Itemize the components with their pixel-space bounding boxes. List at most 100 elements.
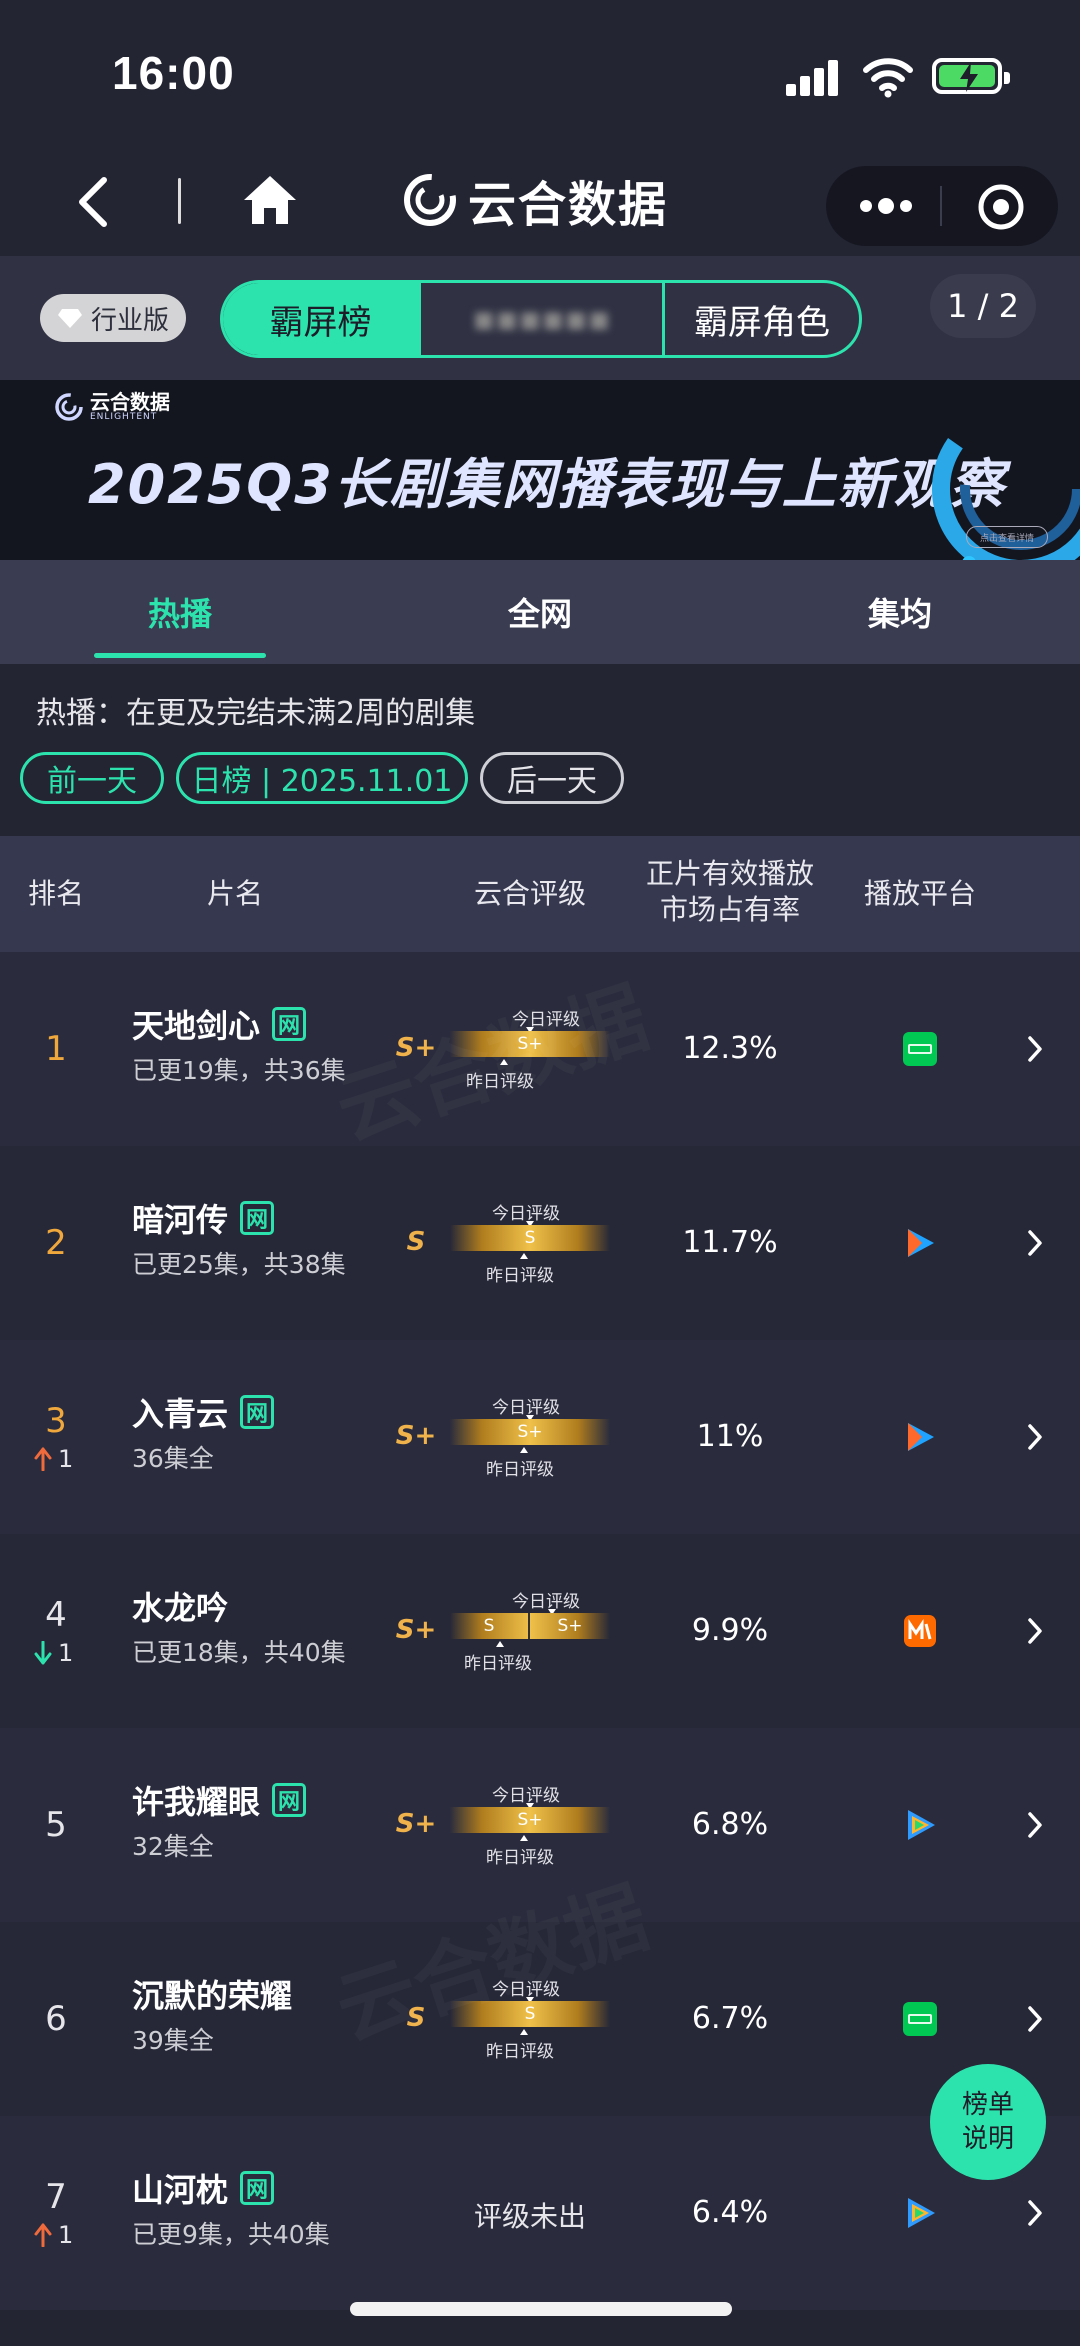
drama-title[interactable]: 暗河传 网 <box>132 1195 275 1241</box>
rating-gauge: S+ <box>450 1411 610 1447</box>
diamond-icon <box>57 309 82 328</box>
chevron-right-icon[interactable] <box>1024 2004 1046 2034</box>
home-icon[interactable] <box>240 170 300 230</box>
table-row[interactable]: 6 沉默的荣耀 39集全 S 今日评级 S 昨日评级 6.7% <box>0 1922 1080 2116</box>
grade-label: S+ <box>395 1809 437 1839</box>
back-arrow-icon[interactable] <box>70 174 120 230</box>
gauge-segment: S+ <box>517 1422 543 1442</box>
web-drama-tag: 网 <box>272 1783 307 1817</box>
banner-logo: 云合数据 ENLIGHTENT <box>54 392 170 422</box>
gauge-segment: S <box>524 1228 536 1248</box>
grade-label: S+ <box>395 1033 437 1063</box>
table-row[interactable]: 1 天地剑心 网 已更19集，共36集 S+ 今日评级 S+ 昨日评级 12.3% <box>0 952 1080 1146</box>
tencent-video-icon <box>908 1810 935 1840</box>
banner-detail-button[interactable]: 点击查看详情 <box>966 526 1048 548</box>
yesterday-grade-label: 昨日评级 <box>466 1072 534 1092</box>
tab-per-episode-label: 集均 <box>867 595 932 633</box>
row-rank: 3 <box>45 1401 67 1441</box>
rank-change: 1 <box>34 2221 73 2249</box>
market-share: 6.4% <box>691 2195 769 2230</box>
drama-title[interactable]: 山河枕 网 <box>132 2165 275 2211</box>
header-rank: 排名 <box>27 877 84 910</box>
miniprogram-capsule <box>826 166 1058 246</box>
yesterday-grade-label: 昨日评级 <box>486 1460 554 1480</box>
list-description: 热播：在更及完结未满2周的剧集 <box>36 696 476 731</box>
chevron-right-icon[interactable] <box>1024 1034 1046 1064</box>
chevron-right-icon[interactable] <box>1024 1616 1046 1646</box>
episode-info: 已更25集，共38集 <box>132 1250 346 1279</box>
episode-info: 已更19集，共36集 <box>132 1056 346 1085</box>
date-selector[interactable]: 日榜 | 2025.11.01 <box>176 752 468 804</box>
iqiyi-icon <box>903 2002 937 2036</box>
market-share: 6.8% <box>691 1807 769 1842</box>
close-miniprogram-icon[interactable] <box>976 182 1026 232</box>
drama-title[interactable]: 天地剑心 网 <box>132 1001 307 1047</box>
rating-gauge: S S+ <box>450 1605 610 1641</box>
rank-change-value: 1 <box>58 1639 74 1667</box>
market-share: 9.9% <box>691 1613 769 1648</box>
drama-title[interactable]: 入青云 网 <box>132 1389 275 1435</box>
page-indicator[interactable]: 1 / 2 <box>930 274 1036 338</box>
row-rank: 7 <box>45 2177 67 2217</box>
more-options-icon[interactable] <box>856 188 916 224</box>
episode-info: 36集全 <box>132 1444 214 1473</box>
market-share: 11% <box>696 1419 764 1454</box>
chevron-right-icon[interactable] <box>1024 1422 1046 1452</box>
prev-day-button[interactable]: 前一天 <box>20 752 164 804</box>
tab-per-episode[interactable]: 集均 <box>720 560 1080 664</box>
gauge-segment: S+ <box>517 1810 543 1830</box>
home-indicator <box>350 2302 732 2316</box>
yesterday-grade-label: 昨日评级 <box>486 2042 554 2062</box>
banner-logo-cn: 云合数据 <box>90 390 170 414</box>
grade-label: S <box>406 1227 426 1257</box>
table-row[interactable]: 4 1 水龙吟 已更18集，共40集 S+ 今日评级 S S+ 昨日评级 9.9% <box>0 1534 1080 1728</box>
rating-gauge: S+ <box>450 1023 610 1059</box>
drama-title-text: 山河枕 <box>132 2171 229 2209</box>
ranking-type-bar: 行业版 霸屏榜 ▪▪▪▪▪▪ 霸屏角色 1 / 2 <box>0 256 1080 380</box>
drama-title[interactable]: 沉默的荣耀 <box>132 1971 292 2017</box>
market-share: 6.7% <box>691 2001 769 2036</box>
row-rank: 4 <box>45 1595 67 1635</box>
web-drama-tag: 网 <box>240 2171 275 2205</box>
row-rank: 1 <box>45 1029 67 1069</box>
drama-title[interactable]: 许我耀眼 网 <box>132 1777 307 1823</box>
app-title: 云合数据 <box>468 177 669 233</box>
chevron-right-icon[interactable] <box>1024 1810 1046 1840</box>
tencent-video-icon <box>908 2198 935 2228</box>
table-row[interactable]: 5 许我耀眼 网 32集全 S+ 今日评级 S+ 昨日评级 6.8% <box>0 1728 1080 1922</box>
main-tabs: 热播 全网 集均 <box>0 560 1080 664</box>
yesterday-grade-label: 昨日评级 <box>486 1266 554 1286</box>
table-row[interactable]: 2 暗河传 网 已更25集，共38集 S 今日评级 S 昨日评级 11.7% <box>0 1146 1080 1340</box>
cellular-signal-icon <box>786 58 842 96</box>
tab-blurred[interactable]: ▪▪▪▪▪▪ <box>418 283 665 355</box>
status-bar: 16:00 <box>0 0 1080 150</box>
ranking-explanation-button[interactable]: 榜单 说明 <box>930 2064 1046 2180</box>
row-rank: 2 <box>45 1223 67 1263</box>
table-row[interactable]: 3 1 入青云 网 36集全 S+ 今日评级 S+ 昨日评级 11% <box>0 1340 1080 1534</box>
tab-bapingbang[interactable]: 霸屏榜 <box>223 283 418 355</box>
fab-line2: 说明 <box>961 2124 1014 2154</box>
episode-info: 32集全 <box>132 1832 214 1861</box>
drama-title-text: 入青云 <box>132 1395 229 1433</box>
promo-banner[interactable]: 云合数据 ENLIGHTENT 2025Q3长剧集网播表现与上新观察 点击查看详… <box>0 380 1080 560</box>
banner-title: 2025Q3长剧集网播表现与上新观察 <box>88 453 1006 516</box>
next-day-button[interactable]: 后一天 <box>480 752 624 804</box>
gauge-segment: S <box>483 1616 495 1636</box>
youku-icon <box>908 1423 934 1451</box>
fab-line1: 榜单 <box>961 2090 1014 2120</box>
chevron-right-icon[interactable] <box>1024 1228 1046 1258</box>
table-row[interactable]: 7 1 山河枕 网 已更9集，共40集 评级未出 6.4% <box>0 2116 1080 2310</box>
episode-info: 已更9集，共40集 <box>132 2220 330 2249</box>
tab-hot[interactable]: 热播 <box>0 560 360 664</box>
date-controls: 前一天 日榜 | 2025.11.01 后一天 <box>20 752 636 804</box>
episode-info: 已更18集，共40集 <box>132 1638 346 1667</box>
rating-gauge: S <box>450 1217 610 1253</box>
tab-baping-role[interactable]: 霸屏角色 <box>665 283 859 355</box>
chevron-right-icon[interactable] <box>1024 2198 1046 2228</box>
table-header: 排名 片名 云合评级 正片有效播放 市场占有率 播放平台 <box>0 836 1080 952</box>
rating-gauge: S <box>450 1993 610 2029</box>
industry-edition-badge[interactable]: 行业版 <box>40 294 186 342</box>
drama-title[interactable]: 水龙吟 <box>132 1583 228 1629</box>
tab-all-network[interactable]: 全网 <box>360 560 720 664</box>
grade-label: S+ <box>395 1615 437 1645</box>
